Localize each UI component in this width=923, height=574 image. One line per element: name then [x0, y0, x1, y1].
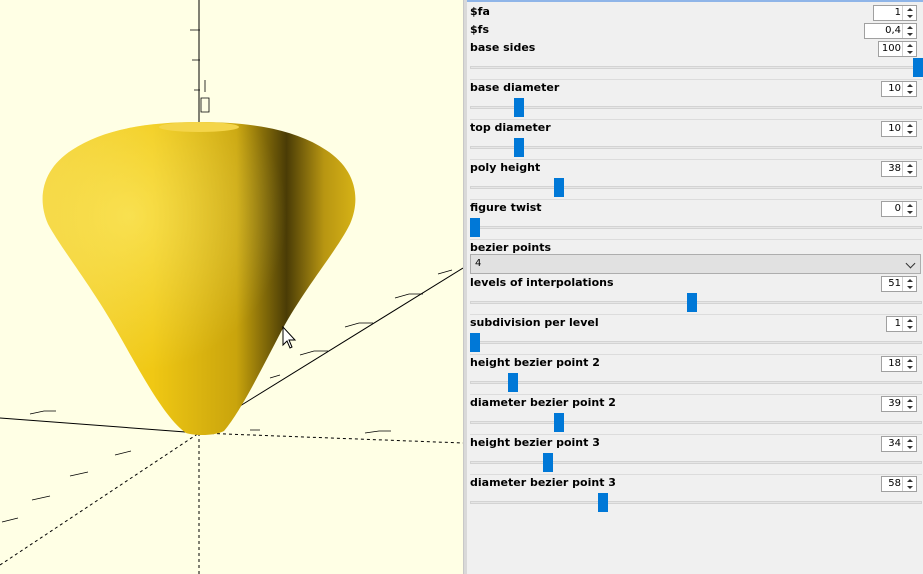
diameter-bezier-point-3-slider-handle[interactable] [598, 493, 609, 512]
spin-up-icon[interactable] [903, 357, 916, 364]
param-label-bezier-points: bezier points [470, 241, 552, 254]
subdivision-per-level-slider-handle[interactable] [470, 333, 480, 352]
spin-up-icon[interactable] [903, 277, 916, 284]
poly-height-spinbox[interactable]: 38 [881, 161, 917, 177]
param-label-height-bezier-point-2: height bezier point 2 [470, 356, 600, 369]
spin-down-icon[interactable] [903, 444, 916, 451]
param-label-fa: $fa [470, 5, 490, 18]
spin-down-icon[interactable] [903, 13, 916, 20]
height-bezier-point-3-spinbox[interactable]: 34 [881, 436, 917, 452]
param-label-base-sides: base sides [470, 41, 536, 54]
diameter-bezier-point-3-spinbox[interactable]: 58 [881, 476, 917, 492]
height-bezier-point-2-slider-handle[interactable] [507, 373, 518, 392]
diameter-bezier-point-2-slider-handle[interactable] [554, 413, 565, 432]
spin-down-icon[interactable] [903, 484, 916, 491]
spin-down-icon[interactable] [903, 49, 916, 56]
spin-down-icon[interactable] [903, 404, 916, 411]
3d-viewport[interactable] [0, 0, 463, 574]
spin-down-icon[interactable] [903, 364, 916, 371]
spin-up-icon[interactable] [903, 82, 916, 89]
spin-down-icon[interactable] [903, 284, 916, 291]
poly-height-slider-handle[interactable] [554, 178, 565, 197]
top-diameter-slider-handle[interactable] [514, 138, 525, 157]
spin-down-icon[interactable] [903, 209, 916, 216]
param-label-levels-of-interpolations: levels of interpolations [470, 276, 614, 289]
spin-up-icon[interactable] [903, 397, 916, 404]
base-sides-spinbox[interactable]: 100 [878, 41, 917, 57]
param-label-height-bezier-point-3: height bezier point 3 [470, 436, 600, 449]
param-label-poly-height: poly height [470, 161, 541, 174]
spin-down-icon[interactable] [903, 324, 916, 331]
cursor-icon [282, 325, 297, 349]
bezier-points-dropdown[interactable]: 4 [470, 254, 921, 274]
figure-twist-spinbox[interactable]: 0 [881, 201, 917, 217]
spin-up-icon[interactable] [903, 437, 916, 444]
scene-graphic [0, 0, 463, 574]
param-label-top-diameter: top diameter [470, 121, 551, 134]
poly-height-slider-track[interactable] [470, 186, 922, 189]
height-bezier-point-2-slider-track[interactable] [470, 381, 922, 384]
base-diameter-slider-track[interactable] [470, 106, 922, 109]
spin-up-icon[interactable] [903, 202, 916, 209]
top-diameter-slider-track[interactable] [470, 146, 922, 149]
top-diameter-spinbox[interactable]: 10 [881, 121, 917, 137]
chevron-down-icon [905, 258, 916, 269]
param-label-diameter-bezier-point-3: diameter bezier point 3 [470, 476, 616, 489]
param-label-subdivision-per-level: subdivision per level [470, 316, 599, 329]
base-diameter-spinbox[interactable]: 10 [881, 81, 917, 97]
spin-up-icon[interactable] [903, 477, 916, 484]
param-label-figure-twist: figure twist [470, 201, 542, 214]
diameter-bezier-point-3-slider-track[interactable] [470, 501, 922, 504]
levels-of-interpolations-spinbox[interactable]: 51 [881, 276, 917, 292]
height-bezier-point-2-spinbox[interactable]: 18 [881, 356, 917, 372]
spin-up-icon[interactable] [903, 6, 916, 13]
model-top-face [159, 122, 239, 132]
spin-up-icon[interactable] [903, 122, 916, 129]
spin-up-icon[interactable] [903, 317, 916, 324]
param-label-base-diameter: base diameter [470, 81, 560, 94]
diameter-bezier-point-2-spinbox[interactable]: 39 [881, 396, 917, 412]
customizer-panel: $fa 1 $fs 0,4 base sides 100 base diamet… [467, 0, 923, 574]
height-bezier-point-3-slider-handle[interactable] [543, 453, 554, 472]
base-sides-slider-handle[interactable] [913, 58, 923, 77]
spin-down-icon[interactable] [903, 169, 916, 176]
height-bezier-point-3-slider-track[interactable] [470, 461, 922, 464]
spin-down-icon[interactable] [903, 129, 916, 136]
spin-down-icon[interactable] [903, 31, 916, 38]
figure-twist-slider-track[interactable] [470, 226, 922, 229]
diameter-bezier-point-2-slider-track[interactable] [470, 421, 922, 424]
fs-spinbox[interactable]: 0,4 [864, 23, 917, 39]
subdivision-per-level-slider-track[interactable] [470, 341, 922, 344]
levels-of-interpolations-slider-handle[interactable] [687, 293, 698, 312]
param-label-diameter-bezier-point-2: diameter bezier point 2 [470, 396, 616, 409]
subdivision-per-level-spinbox[interactable]: 1 [886, 316, 917, 332]
spin-up-icon[interactable] [903, 162, 916, 169]
base-diameter-slider-handle[interactable] [514, 98, 525, 117]
fa-spinbox[interactable]: 1 [873, 5, 917, 21]
base-sides-slider-track[interactable] [470, 66, 922, 69]
spin-down-icon[interactable] [903, 89, 916, 96]
figure-twist-slider-handle[interactable] [470, 218, 480, 237]
spin-up-icon[interactable] [903, 42, 916, 49]
spin-up-icon[interactable] [903, 24, 916, 31]
param-label-fs: $fs [470, 23, 489, 36]
